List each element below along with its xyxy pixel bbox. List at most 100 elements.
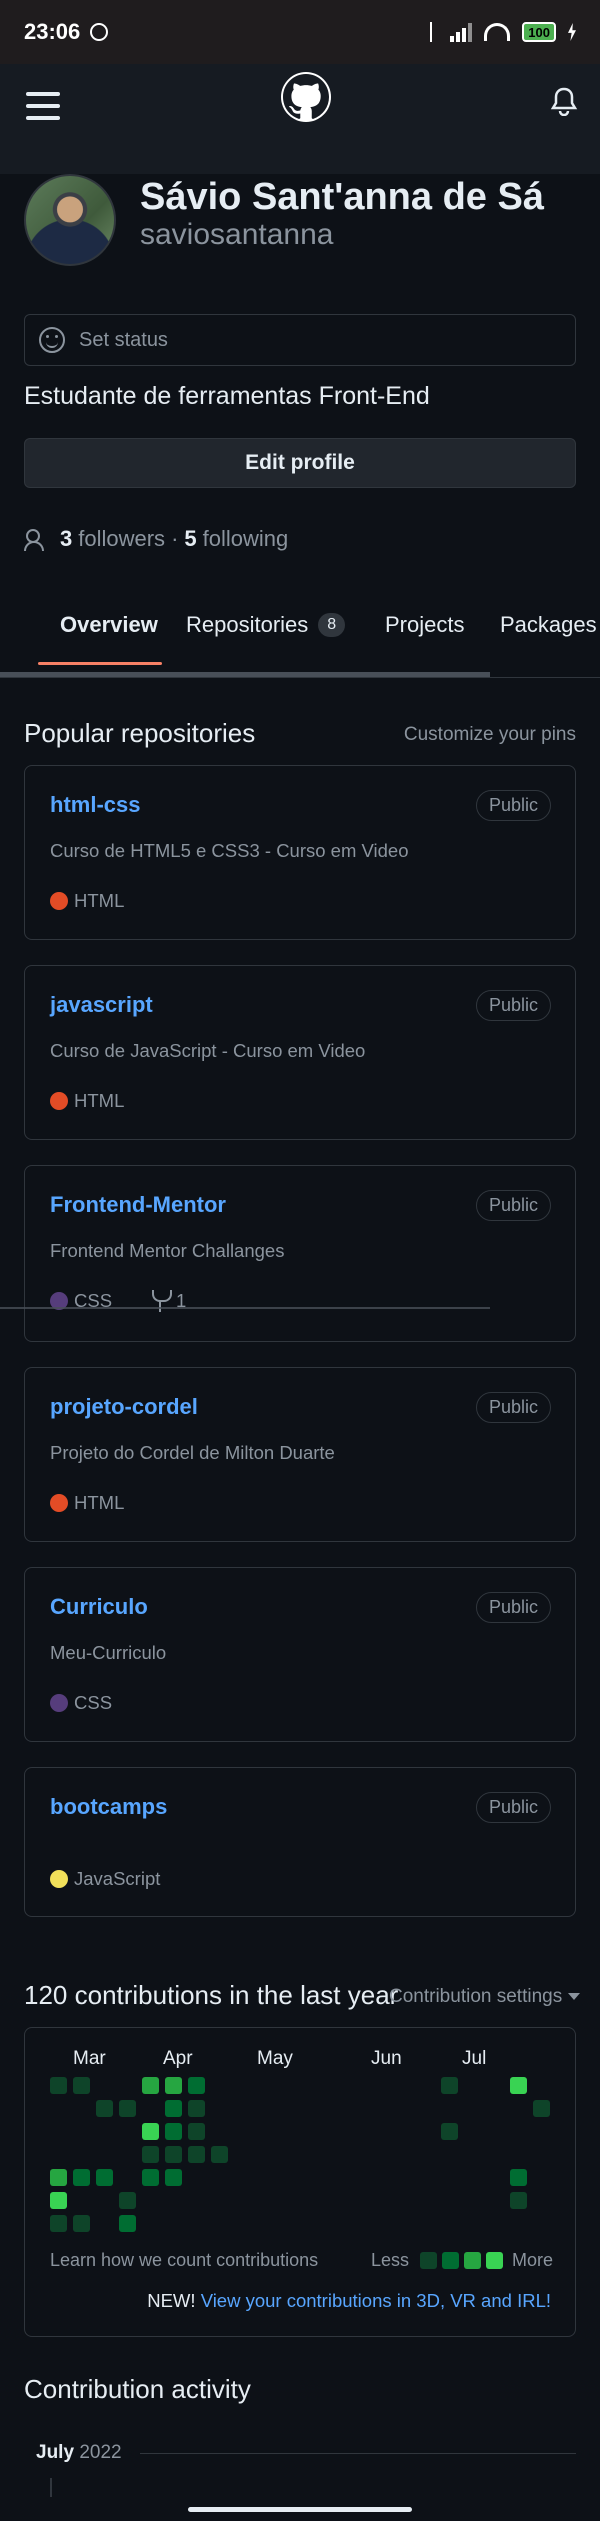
repo-description: Meu-Curriculo — [50, 1642, 167, 1663]
contribution-cell[interactable] — [142, 2169, 159, 2186]
contribution-cell[interactable] — [533, 2100, 550, 2117]
home-indicator[interactable] — [188, 2507, 412, 2512]
visibility-badge: Public — [475, 1190, 551, 1221]
wifi-icon — [484, 23, 511, 41]
contribution-settings-label: Contribution settings — [389, 1986, 563, 2007]
repo-language: HTML — [50, 1090, 124, 1112]
view-3d-contributions-link[interactable]: View your contributions in 3D, VR and IR… — [201, 2290, 551, 2311]
signal-icon — [450, 22, 473, 42]
contribution-cell[interactable] — [119, 2100, 136, 2117]
month-label: Mar — [73, 2048, 106, 2069]
contribution-cell[interactable] — [96, 2100, 113, 2117]
repo-name-link[interactable]: projeto-cordel — [50, 1394, 198, 1420]
smiley-icon — [39, 327, 65, 353]
contribution-cell[interactable] — [142, 2077, 159, 2094]
contribution-cell[interactable] — [510, 2169, 527, 2186]
contribution-cell[interactable] — [165, 2169, 182, 2186]
avatar[interactable] — [24, 174, 116, 266]
contribution-cell[interactable] — [119, 2215, 136, 2232]
repo-card[interactable]: projeto-cordel Public Projeto do Cordel … — [24, 1367, 576, 1542]
tab-packages-label: Packages — [500, 612, 597, 637]
month-label: Jun — [371, 2048, 402, 2069]
status-icons: 100 — [426, 22, 576, 42]
set-status-label: Set status — [79, 328, 168, 351]
repo-name-link[interactable]: html-css — [50, 792, 140, 818]
tab-overview[interactable]: Overview — [60, 612, 158, 638]
visibility-badge: Public — [475, 790, 551, 821]
contribution-calendar: Mar Apr May Jun Jul Learn how we count c… — [24, 2027, 576, 2337]
follow-separator: · — [171, 526, 179, 551]
contribution-cell[interactable] — [188, 2123, 205, 2140]
contribution-cell[interactable] — [211, 2146, 228, 2163]
menu-icon[interactable] — [26, 92, 60, 120]
repo-card[interactable]: Curriculo Public Meu-Curriculo CSS — [24, 1567, 576, 1742]
contribution-cell[interactable] — [96, 2169, 113, 2186]
contribution-cell[interactable] — [119, 2192, 136, 2209]
contribution-cell[interactable] — [73, 2169, 90, 2186]
repo-card[interactable]: Frontend-Mentor Public Frontend Mentor C… — [24, 1165, 576, 1342]
contribution-cell[interactable] — [50, 2192, 67, 2209]
repo-name-link[interactable]: Curriculo — [50, 1594, 148, 1620]
contribution-cell[interactable] — [73, 2077, 90, 2094]
notification-bell-icon[interactable] — [550, 86, 578, 117]
contribution-cell[interactable] — [50, 2169, 67, 2186]
caret-down-icon — [568, 1993, 581, 2001]
repo-card[interactable]: javascript Public Curso de JavaScript - … — [24, 965, 576, 1140]
contribution-cell[interactable] — [188, 2146, 205, 2163]
tab-packages[interactable]: Packages — [500, 612, 597, 638]
repo-language: JavaScript — [50, 1868, 160, 1890]
activity-divider — [140, 2453, 576, 2454]
tab-overview-label: Overview — [60, 612, 158, 637]
contribution-settings-dropdown[interactable]: Contribution settings — [389, 1986, 581, 2008]
repo-name-link[interactable]: Frontend-Mentor — [50, 1192, 226, 1218]
tab-projects-label: Projects — [385, 612, 465, 637]
followers-label[interactable]: followers — [78, 526, 165, 552]
contribution-cell[interactable] — [188, 2100, 205, 2117]
legend-level-2 — [442, 2252, 460, 2269]
set-status-button[interactable]: Set status — [24, 314, 576, 366]
repositories-count-badge: 8 — [318, 613, 346, 637]
legend-level-4 — [486, 2252, 504, 2269]
github-logo-icon[interactable] — [281, 72, 331, 122]
edit-profile-button[interactable]: Edit profile — [24, 438, 576, 488]
contribution-cell[interactable] — [510, 2077, 527, 2094]
contribution-cell[interactable] — [165, 2100, 182, 2117]
contribution-cell[interactable] — [165, 2077, 182, 2094]
contribution-cell[interactable] — [188, 2077, 205, 2094]
contribution-cell[interactable] — [441, 2123, 458, 2140]
language-color-dot — [50, 1870, 68, 1888]
contribution-cell[interactable] — [165, 2146, 182, 2163]
contributions-title: 120 contributions in the last year — [24, 1980, 399, 2010]
contribution-cell[interactable] — [142, 2146, 159, 2163]
contribution-cell[interactable] — [165, 2123, 182, 2140]
legend-more: More — [512, 2250, 554, 2270]
repo-card[interactable]: html-css Public Curso de HTML5 e CSS3 - … — [24, 765, 576, 940]
contribution-cell[interactable] — [50, 2077, 67, 2094]
active-tab-indicator — [38, 662, 162, 665]
month-label: Jul — [462, 2048, 487, 2069]
tabs-scrollbar[interactable] — [0, 672, 490, 677]
learn-contributions-link[interactable]: Learn how we count contributions — [50, 2250, 318, 2271]
contribution-cell[interactable] — [510, 2192, 527, 2209]
language-color-dot — [50, 1494, 68, 1512]
following-count[interactable]: 5 — [184, 526, 196, 552]
horizontal-scroll-indicator — [0, 1307, 490, 1309]
tab-projects[interactable]: Projects — [385, 612, 464, 638]
tab-repositories[interactable]: Repositories 8 — [186, 612, 346, 638]
repo-description: Projeto do Cordel de Milton Duarte — [50, 1442, 335, 1463]
followers-count[interactable]: 3 — [60, 526, 72, 552]
contribution-cell[interactable] — [50, 2215, 67, 2232]
customize-pins-link[interactable]: Customize your pins — [404, 724, 576, 746]
contribution-cell[interactable] — [441, 2077, 458, 2094]
following-label[interactable]: following — [203, 526, 289, 552]
repo-name-link[interactable]: javascript — [50, 992, 153, 1018]
language-name: HTML — [74, 1090, 125, 1111]
contribution-cell[interactable] — [73, 2215, 90, 2232]
repo-card[interactable]: bootcamps Public JavaScript — [24, 1767, 576, 1917]
language-name: HTML — [74, 890, 125, 911]
repo-language: HTML — [50, 890, 124, 912]
repo-name-link[interactable]: bootcamps — [50, 1794, 167, 1820]
status-bar: 23:06 100 — [0, 0, 600, 64]
contribution-cell[interactable] — [142, 2123, 159, 2140]
profile-bio: Estudante de ferramentas Front-End — [24, 382, 430, 410]
